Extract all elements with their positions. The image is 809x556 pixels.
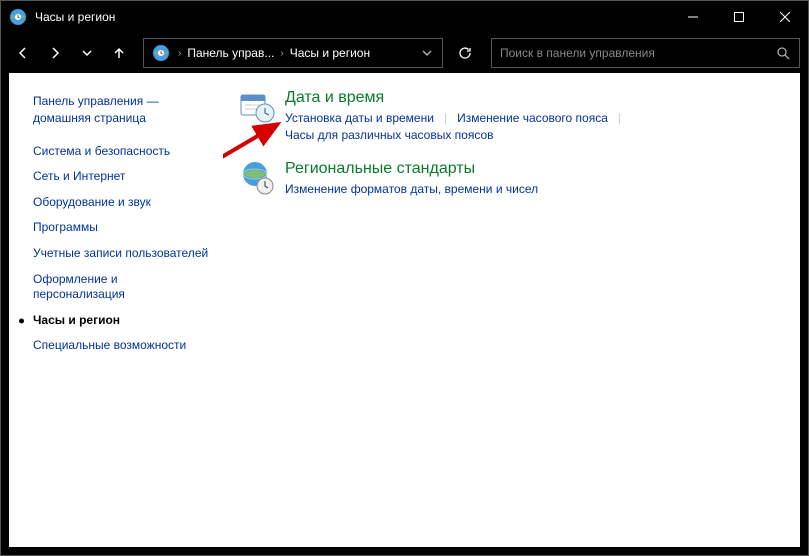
sidebar-item-accessibility[interactable]: Специальные возможности (33, 333, 209, 359)
category-date-time: Дата и время Установка даты и времени | … (239, 89, 780, 142)
address-bar[interactable]: › Панель управ... › Часы и регион (143, 38, 443, 68)
clock-region-icon (152, 44, 170, 62)
search-box[interactable] (491, 38, 800, 68)
minimize-button[interactable] (670, 1, 716, 33)
link-multiple-clocks[interactable]: Часы для различных часовых поясов (285, 128, 780, 142)
category-title-region[interactable]: Региональные стандарты (285, 160, 780, 178)
chevron-down-icon[interactable] (416, 48, 438, 58)
link-change-formats[interactable]: Изменение форматов даты, времени и чисел (285, 182, 548, 196)
category-title-date-time[interactable]: Дата и время (285, 89, 780, 107)
chevron-right-icon[interactable]: › (174, 48, 185, 59)
chevron-right-icon[interactable]: › (276, 48, 287, 59)
window: Часы и регион › Панель управ... › Часы и… (0, 0, 809, 556)
sidebar-list: Система и безопасность Сеть и Интернет О… (33, 139, 209, 359)
search-input[interactable] (496, 46, 771, 60)
up-button[interactable] (105, 39, 133, 67)
content: Панель управления — домашняя страница Си… (9, 73, 800, 547)
refresh-button[interactable] (451, 39, 479, 67)
window-title: Часы и регион (35, 10, 670, 24)
sidebar-item-system[interactable]: Система и безопасность (33, 139, 209, 165)
forward-button[interactable] (41, 39, 69, 67)
close-button[interactable] (762, 1, 808, 33)
search-icon[interactable] (771, 46, 795, 60)
separator: | (618, 111, 631, 125)
link-change-timezone[interactable]: Изменение часового пояса (457, 111, 618, 125)
sidebar-item-clock-region[interactable]: Часы и регион (33, 308, 209, 334)
window-controls (670, 1, 808, 33)
sidebar: Панель управления — домашняя страница Си… (9, 73, 219, 547)
breadcrumb-seg2[interactable]: Часы и регион (288, 46, 372, 60)
titlebar: Часы и регион (1, 1, 808, 33)
sidebar-item-network[interactable]: Сеть и Интернет (33, 164, 209, 190)
category-region: Региональные стандарты Изменение формато… (239, 160, 780, 196)
sidebar-item-accounts[interactable]: Учетные записи пользователей (33, 241, 209, 267)
calendar-clock-icon (239, 89, 275, 125)
link-set-date-time[interactable]: Установка даты и времени (285, 111, 444, 125)
sidebar-item-hardware[interactable]: Оборудование и звук (33, 190, 209, 216)
sidebar-home-link[interactable]: Панель управления — домашняя страница (33, 93, 209, 127)
recent-dropdown[interactable] (73, 39, 101, 67)
separator: | (444, 111, 457, 125)
sidebar-item-programs[interactable]: Программы (33, 215, 209, 241)
back-button[interactable] (9, 39, 37, 67)
maximize-button[interactable] (716, 1, 762, 33)
navbar: › Панель управ... › Часы и регион (1, 33, 808, 73)
breadcrumb-seg1[interactable]: Панель управ... (185, 46, 276, 60)
main-panel: Дата и время Установка даты и времени | … (219, 73, 800, 547)
globe-clock-icon (239, 160, 275, 196)
sidebar-item-appearance[interactable]: Оформление и персонализация (33, 267, 209, 308)
clock-region-icon (9, 8, 27, 26)
